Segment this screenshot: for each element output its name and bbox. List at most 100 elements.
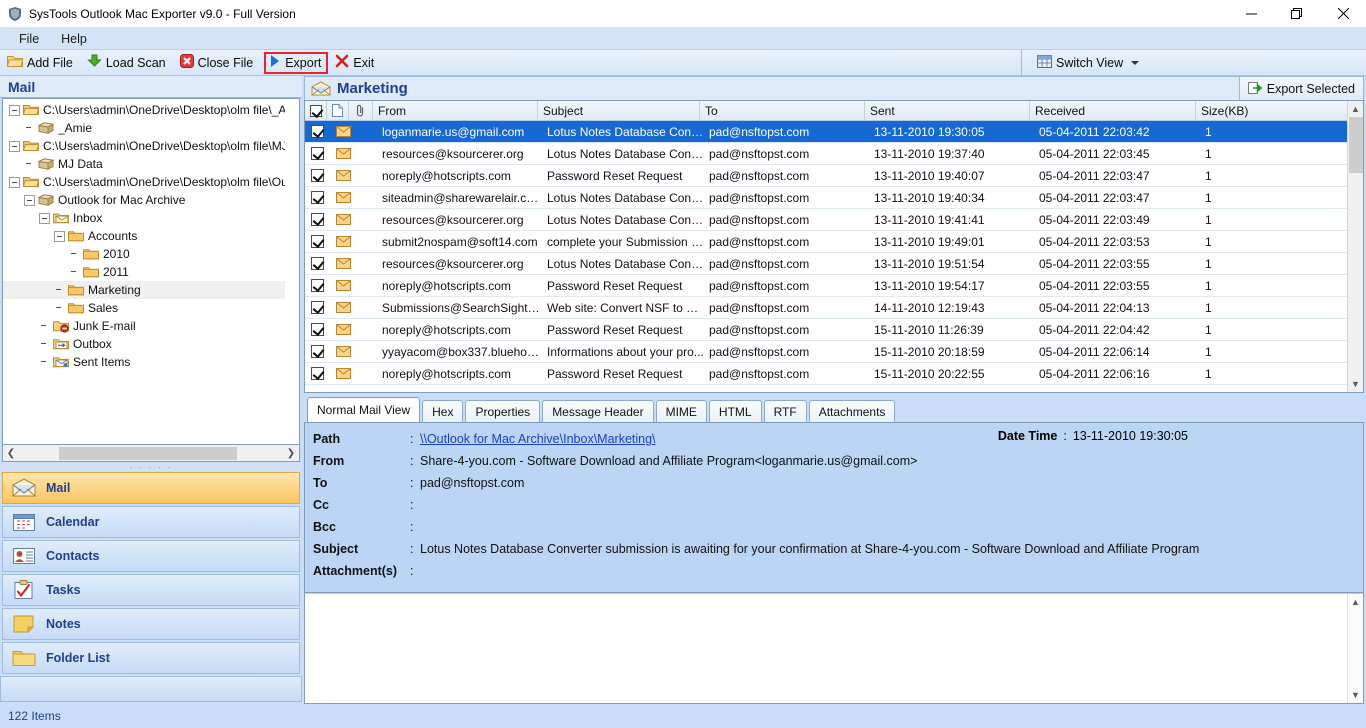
tree-node-outbox[interactable]: Outbox — [3, 335, 285, 353]
row-checkbox[interactable] — [311, 301, 324, 314]
scroll-thumb[interactable] — [59, 446, 237, 460]
header-subject[interactable]: Subject — [538, 101, 700, 120]
scroll-right-arrow[interactable]: ❯ — [283, 446, 299, 461]
nav-button-folder-list[interactable]: Folder List — [2, 642, 300, 674]
row-checkbox-cell[interactable] — [305, 191, 327, 204]
tab-html[interactable]: HTML — [708, 400, 762, 422]
exit-button[interactable]: Exit — [330, 52, 381, 74]
row-checkbox-cell[interactable] — [305, 213, 327, 226]
tree-node-c-users-admin-onedrive-deskt[interactable]: C:\Users\admin\OneDrive\Desktop\olm file… — [3, 137, 285, 155]
message-body-area[interactable]: ▲ ▼ — [305, 593, 1363, 703]
row-checkbox[interactable] — [311, 323, 324, 336]
mail-row[interactable]: resources@ksourcerer.org Lotus Notes Data… — [305, 143, 1363, 165]
body-scroll-track[interactable] — [1348, 610, 1364, 687]
minimize-button[interactable] — [1228, 0, 1274, 28]
mail-scroll-track[interactable] — [1348, 117, 1364, 376]
tree-collapse-toggle[interactable] — [9, 176, 20, 188]
row-checkbox-cell[interactable] — [305, 147, 327, 160]
nav-button-notes[interactable]: Notes — [2, 608, 300, 640]
export-button[interactable]: Export — [264, 51, 329, 74]
mail-row[interactable]: siteadmin@sharewarelair.com Lotus Notes D… — [305, 187, 1363, 209]
export-selected-button[interactable]: Export Selected — [1238, 77, 1363, 101]
row-checkbox-cell[interactable] — [305, 279, 327, 292]
scroll-down-arrow[interactable]: ▼ — [1348, 376, 1364, 392]
tree-node-2011[interactable]: 2011 — [3, 263, 285, 281]
mail-row[interactable]: noreply@hotscripts.com Password Reset Req… — [305, 363, 1363, 385]
tab-attachments[interactable]: Attachments — [808, 400, 896, 422]
tab-hex[interactable]: Hex — [422, 400, 464, 422]
row-checkbox-cell[interactable] — [305, 257, 327, 270]
tree-node-amie[interactable]: _Amie — [3, 119, 285, 137]
tree-collapse-toggle[interactable] — [9, 140, 20, 152]
path-link[interactable]: \\Outlook for Mac Archive\Inbox\Marketin… — [420, 432, 656, 446]
body-vertical-scrollbar[interactable]: ▲ ▼ — [1347, 594, 1363, 703]
nav-button-contacts[interactable]: Contacts — [2, 540, 300, 572]
row-checkbox[interactable] — [311, 147, 324, 160]
menu-help[interactable]: Help — [50, 30, 98, 48]
switch-view-button[interactable]: Switch View — [1032, 52, 1146, 74]
load-scan-button[interactable]: Load Scan — [82, 52, 173, 74]
header-to[interactable]: To — [700, 101, 865, 120]
select-all-checkbox[interactable] — [309, 104, 322, 117]
tree-node-2010[interactable]: 2010 — [3, 245, 285, 263]
mail-row[interactable]: loganmarie.us@gmail.com Lotus Notes Datab… — [305, 121, 1363, 143]
folder-tree[interactable]: C:\Users\admin\OneDrive\Desktop\olm file… — [3, 99, 285, 444]
mail-row[interactable]: yyayacom@box337.bluehost.... Informations… — [305, 341, 1363, 363]
tree-node-c-users-admin-onedrive-deskt[interactable]: C:\Users\admin\OneDrive\Desktop\olm file… — [3, 173, 285, 191]
tree-node-accounts[interactable]: Accounts — [3, 227, 285, 245]
close-button[interactable] — [1320, 0, 1366, 28]
header-select-all[interactable] — [305, 101, 327, 120]
tree-node-sent-items[interactable]: Sent Items — [3, 353, 285, 371]
nav-button-mail[interactable]: Mail — [2, 472, 300, 504]
mail-row[interactable]: resources@ksourcerer.org Lotus Notes Data… — [305, 209, 1363, 231]
row-checkbox[interactable] — [311, 191, 324, 204]
row-checkbox[interactable] — [311, 213, 324, 226]
header-sent[interactable]: Sent — [865, 101, 1030, 120]
row-checkbox-cell[interactable] — [305, 235, 327, 248]
tree-node-outlook-for-mac-archive[interactable]: Outlook for Mac Archive — [3, 191, 285, 209]
header-size[interactable]: Size(KB) — [1196, 101, 1363, 120]
tree-node-sales[interactable]: Sales — [3, 299, 285, 317]
row-checkbox[interactable] — [311, 235, 324, 248]
mail-row[interactable]: noreply@hotscripts.com Password Reset Req… — [305, 319, 1363, 341]
scroll-left-arrow[interactable]: ❮ — [3, 446, 19, 461]
maximize-button[interactable] — [1274, 0, 1320, 28]
header-received[interactable]: Received — [1030, 101, 1196, 120]
tree-node-c-users-admin-onedrive-deskt[interactable]: C:\Users\admin\OneDrive\Desktop\olm file… — [3, 101, 285, 119]
row-checkbox-cell[interactable] — [305, 301, 327, 314]
row-checkbox-cell[interactable] — [305, 169, 327, 182]
row-checkbox[interactable] — [311, 345, 324, 358]
tab-properties[interactable]: Properties — [465, 400, 541, 422]
row-checkbox[interactable] — [311, 125, 324, 138]
tree-collapse-toggle[interactable] — [54, 230, 65, 242]
row-checkbox[interactable] — [311, 257, 324, 270]
row-checkbox-cell[interactable] — [305, 367, 327, 380]
mail-row[interactable]: Submissions@SearchSight.c... Web site: Co… — [305, 297, 1363, 319]
row-checkbox[interactable] — [311, 279, 324, 292]
body-scroll-up-arrow[interactable]: ▲ — [1348, 594, 1364, 610]
mail-row[interactable]: resources@ksourcerer.org Lotus Notes Data… — [305, 253, 1363, 275]
scroll-track[interactable] — [19, 445, 283, 461]
tree-collapse-toggle[interactable] — [24, 194, 35, 206]
menu-file[interactable]: File — [8, 30, 50, 48]
tree-collapse-toggle[interactable] — [9, 104, 20, 116]
tab-mime[interactable]: MIME — [655, 400, 707, 422]
header-message-icon-col[interactable] — [327, 101, 349, 120]
mail-scroll-thumb[interactable] — [1348, 117, 1363, 173]
tree-node-junk-e-mail[interactable]: Junk E-mail — [3, 317, 285, 335]
tree-node-inbox[interactable]: Inbox — [3, 209, 285, 227]
row-checkbox-cell[interactable] — [305, 125, 327, 138]
header-from[interactable]: From — [373, 101, 538, 120]
splitter-grip[interactable]: · · · · · — [0, 462, 302, 472]
tab-normal-mail-view[interactable]: Normal Mail View — [307, 397, 421, 422]
tree-node-mj-data[interactable]: MJ Data — [3, 155, 285, 173]
scroll-up-arrow[interactable]: ▲ — [1348, 101, 1364, 117]
nav-button-calendar[interactable]: Calendar — [2, 506, 300, 538]
tree-horizontal-scrollbar[interactable]: ❮ ❯ — [2, 445, 300, 462]
mail-row[interactable]: submit2nospam@soft14.com complete your Su… — [305, 231, 1363, 253]
row-checkbox[interactable] — [311, 169, 324, 182]
header-attachment-col[interactable] — [349, 101, 373, 120]
field-value-path[interactable]: \\Outlook for Mac Archive\Inbox\Marketin… — [420, 432, 656, 446]
mail-list-vertical-scrollbar[interactable]: ▲ ▼ — [1347, 101, 1363, 392]
mail-row[interactable]: noreply@hotscripts.com Password Reset Req… — [305, 165, 1363, 187]
